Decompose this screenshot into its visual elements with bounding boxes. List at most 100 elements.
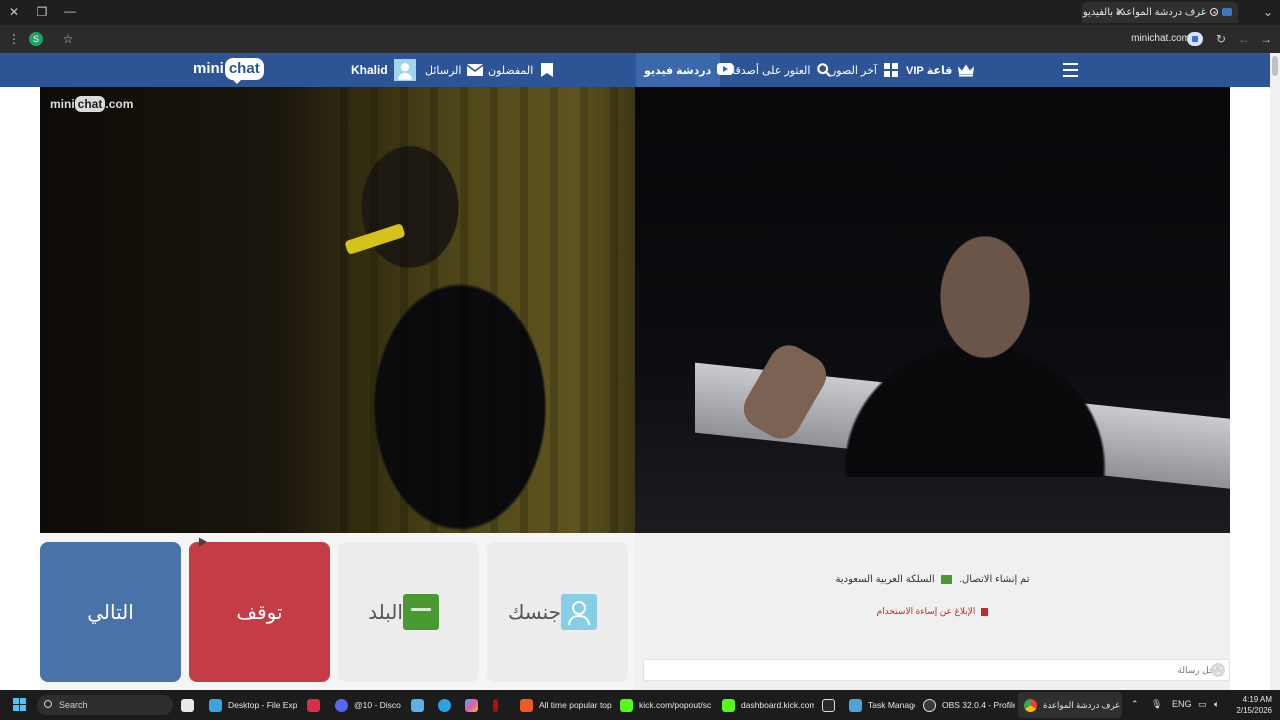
- taskbar-app-telegram[interactable]: [438, 694, 451, 716]
- gender-selector-label: جنسك: [507, 601, 562, 624]
- taskbar-app-kick-dashboard[interactable]: dashboard.kick.com: [722, 694, 814, 716]
- nav-messages[interactable]: الرسائل: [425, 57, 484, 83]
- nav-user[interactable]: Khalid: [351, 57, 416, 83]
- nav-vip-label: قاعة VIP: [906, 64, 953, 77]
- nav-user-label: Khalid: [351, 63, 388, 77]
- obs-icon: [923, 698, 936, 712]
- page-gutter-left: [0, 87, 40, 690]
- taskbar-search[interactable]: Search: [37, 695, 173, 715]
- logo-text-chat: chat: [224, 58, 264, 84]
- site-logo[interactable]: mini chat: [193, 58, 264, 84]
- watermark-chat: chat: [74, 96, 106, 112]
- tab-close-icon[interactable]: ✕: [1113, 5, 1127, 19]
- telegram-icon: [438, 698, 451, 712]
- camera-icon[interactable]: [1187, 32, 1203, 46]
- brave-icon: [520, 698, 533, 712]
- reload-icon[interactable]: ↻: [1214, 32, 1228, 46]
- photos-icon: [411, 698, 424, 712]
- taskbar-app-epic[interactable]: [822, 694, 835, 716]
- network-icon[interactable]: ▭: [1198, 698, 1207, 710]
- angular-icon: [307, 698, 320, 712]
- chat-message-input[interactable]: [681, 661, 1221, 679]
- taskbar-app-angular[interactable]: [307, 694, 320, 716]
- video-background-curtain: [340, 87, 635, 533]
- taskbar-app-kick-popout[interactable]: kick.com/popout/sc: [620, 694, 712, 716]
- taskbar-app-task-manager[interactable]: Task Manage: [849, 694, 915, 716]
- nav-video-chat[interactable]: دردشة فيديو: [644, 57, 734, 83]
- arrow-right-icon[interactable]: →: [1259, 32, 1273, 46]
- hamburger-menu-icon[interactable]: [1063, 63, 1078, 77]
- taskbar-app-label: All time popular top: [539, 700, 612, 710]
- saudi-flag-icon: [402, 594, 439, 630]
- taskbar-widgets[interactable]: [181, 694, 194, 716]
- nav-find-friends-label: العثور على أصدقاء: [727, 64, 811, 77]
- discord-icon: [335, 698, 348, 712]
- report-abuse-link[interactable]: الإبلاغ عن إساءة الاستخدام: [635, 605, 1230, 617]
- profile-avatar[interactable]: S: [29, 32, 43, 46]
- next-button[interactable]: التالي: [40, 542, 181, 682]
- next-button-label: التالي: [87, 601, 134, 624]
- taskbar-app-photos[interactable]: [411, 694, 424, 716]
- chevron-down-icon[interactable]: ⌄: [1261, 5, 1275, 19]
- system-clock[interactable]: 4:19 AM 2/15/2026: [1228, 694, 1272, 716]
- gender-selector[interactable]: جنسك: [487, 542, 628, 682]
- volume-icon[interactable]: 🔈︎: [1214, 698, 1219, 710]
- taskbar-app-chrome[interactable]: غرف دردشة المواعدة: [1024, 694, 1120, 716]
- scrollbar[interactable]: [1270, 53, 1280, 690]
- taskbar-app-label: @10 - Disco: [354, 700, 401, 710]
- nav-video-chat-label: دردشة فيديو: [644, 64, 712, 77]
- windows-start-icon[interactable]: [13, 698, 27, 712]
- country-selector[interactable]: البلد: [338, 542, 479, 682]
- page-gutter-right: [1230, 87, 1270, 690]
- logo-text-mini: mini: [193, 60, 224, 77]
- clock-time: 4:19 AM: [1242, 695, 1272, 704]
- flag-icon: [981, 607, 989, 616]
- taskbar-search-label: Search: [59, 700, 88, 710]
- close-icon[interactable]: ✕: [7, 5, 21, 19]
- taskbar-app-label: Task Manage: [868, 700, 915, 710]
- epic-games-icon: [822, 698, 835, 712]
- taskbar-app-label: OBS 32.0.4 - Profile:: [942, 700, 1015, 710]
- grid-icon: [883, 63, 898, 77]
- taskbar-app-label: kick.com/popout/sc: [639, 700, 712, 710]
- minimize-icon[interactable]: —: [63, 4, 77, 18]
- nav-latest-photos-label: آخر الصور: [831, 64, 877, 77]
- microphone-icon[interactable]: 🎙︎: [1151, 698, 1162, 710]
- chat-message-box[interactable]: [643, 659, 1230, 681]
- taskbar-app-discord[interactable]: @10 - Disco: [335, 694, 401, 716]
- stop-button[interactable]: توقف: [189, 542, 330, 682]
- chevron-up-icon[interactable]: ⌃: [1131, 698, 1139, 710]
- kick-icon: [722, 698, 735, 712]
- saudi-flag-icon: [941, 574, 953, 584]
- nav-favorites[interactable]: المفضلون: [488, 57, 555, 83]
- user-gender-icon: [561, 594, 598, 630]
- emoji-icon[interactable]: [1211, 663, 1225, 677]
- kebab-icon[interactable]: ⋮: [7, 32, 21, 46]
- language-indicator[interactable]: ENG: [1172, 698, 1192, 710]
- tab-favicon-icon: [1222, 8, 1232, 17]
- clock-date: 2/15/2026: [1236, 706, 1272, 715]
- country-selector-label: البلد: [368, 601, 403, 624]
- taskbar-app-file-explorer[interactable]: Desktop - File Explo: [209, 694, 297, 716]
- scrollbar-thumb[interactable]: [1272, 56, 1278, 76]
- arrow-left-icon[interactable]: ←: [1237, 32, 1251, 46]
- star-icon[interactable]: ☆: [61, 32, 75, 46]
- remote-video: [40, 87, 635, 533]
- nav-latest-photos[interactable]: آخر الصور: [831, 57, 899, 83]
- stop-button-label: توقف: [236, 601, 283, 624]
- nav-vip[interactable]: قاعة VIP: [906, 57, 975, 83]
- watermark-mini: mini: [50, 97, 75, 111]
- widgets-icon: [181, 698, 194, 712]
- taskbar-app-copilot[interactable]: [465, 694, 478, 716]
- task-manager-icon: [849, 698, 862, 712]
- nav-find-friends[interactable]: العثور على أصدقاء: [727, 57, 832, 83]
- taskbar-app-brave-window[interactable]: All time popular top: [520, 694, 612, 716]
- recording-icon: [1210, 8, 1218, 17]
- nav-messages-label: الرسائل: [425, 64, 462, 77]
- browser-tab[interactable]: غرف دردشة المواعدة بالفيديو: [1082, 2, 1238, 23]
- folder-icon: [209, 698, 222, 712]
- url-text[interactable]: minichat.com: [1131, 33, 1190, 45]
- taskbar-app-brave[interactable]: [493, 694, 498, 716]
- restore-icon[interactable]: ❐: [35, 5, 49, 19]
- taskbar-app-obs[interactable]: OBS 32.0.4 - Profile:: [923, 694, 1015, 716]
